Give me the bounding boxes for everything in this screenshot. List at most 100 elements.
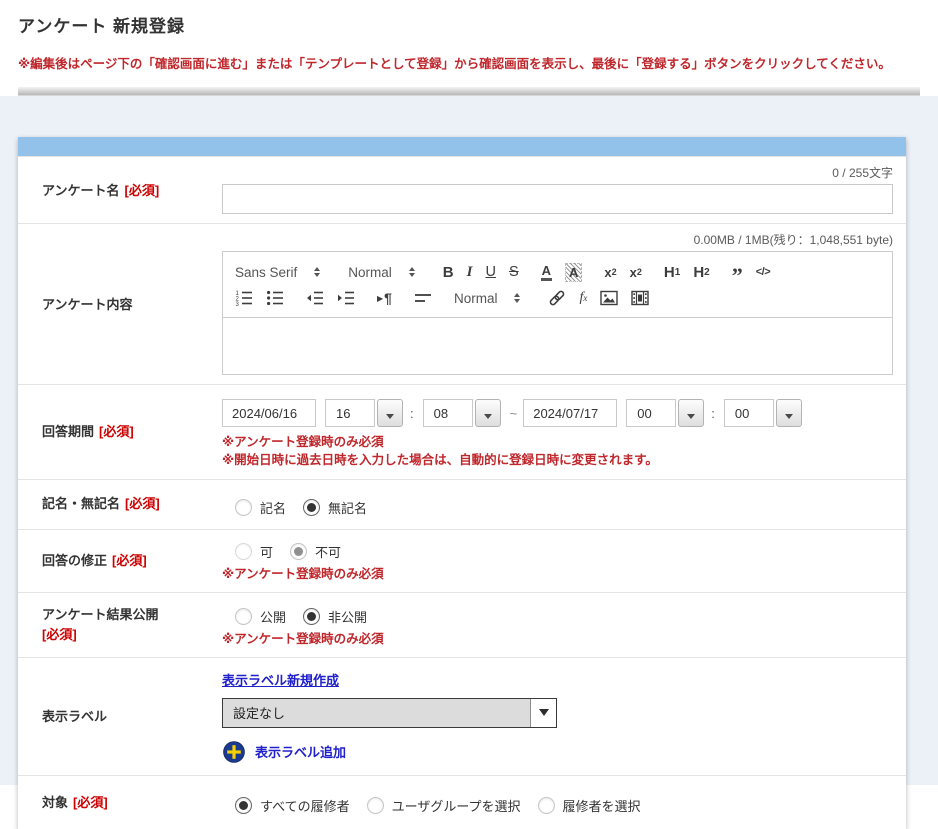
video-icon bbox=[631, 289, 649, 307]
svg-text:3: 3 bbox=[236, 302, 240, 307]
highlight-color-button[interactable]: A bbox=[565, 263, 582, 282]
survey-name-input[interactable] bbox=[222, 184, 893, 214]
subscript-button[interactable]: x2 bbox=[604, 265, 616, 280]
italic-button[interactable]: I bbox=[467, 264, 473, 281]
answer-period-label: 回答期間 bbox=[42, 422, 94, 442]
end-hour-spinner: 00 bbox=[626, 399, 704, 427]
required-badge: [必須] bbox=[73, 793, 108, 813]
radio-modify-not-allowed-label: 不可 bbox=[315, 542, 341, 561]
plus-icon bbox=[223, 741, 245, 763]
display-label-select[interactable]: 設定なし bbox=[222, 698, 557, 728]
end-minute-spinner: 00 bbox=[724, 399, 802, 427]
code-block-button[interactable]: </> bbox=[756, 266, 770, 278]
char-counter: 0 / 255文字 bbox=[222, 164, 893, 181]
radio-all-students-label: すべての履修者 bbox=[260, 796, 350, 815]
radio-modify-not-allowed[interactable] bbox=[290, 543, 307, 560]
row-answer-modification: 回答の修正 [必須] 可 不可 ※アンケート登録時のみ必須 bbox=[18, 529, 906, 592]
page-header: アンケート 新規登録 ※編集後はページ下の「確認画面に進む」または「テンプレート… bbox=[0, 0, 938, 96]
blockquote-button[interactable]: ” bbox=[732, 271, 743, 281]
image-button[interactable] bbox=[600, 289, 618, 307]
radio-public[interactable] bbox=[235, 608, 252, 625]
row-result-publication: アンケート結果公開 [必須] 公開 非公開 ※アンケート登録時のみ必須 bbox=[18, 592, 906, 657]
anonymity-label: 記名・無記名 bbox=[42, 494, 120, 514]
chevron-down-icon bbox=[539, 709, 549, 716]
row-target: 対象 [必須] すべての履修者 ユーザグループを選択 履修者を選択 bbox=[18, 775, 906, 829]
h1-button[interactable]: H1 bbox=[664, 264, 680, 281]
strikethrough-button[interactable]: S bbox=[509, 264, 519, 280]
indent-icon bbox=[337, 289, 355, 307]
time-colon: : bbox=[711, 406, 715, 421]
survey-form-card: アンケート名 [必須] 0 / 255文字 アンケート内容 0.00MB / 1… bbox=[18, 137, 906, 829]
end-hour-dropdown-button[interactable] bbox=[678, 399, 704, 427]
radio-private-label: 非公開 bbox=[328, 607, 367, 626]
radio-private[interactable] bbox=[303, 608, 320, 625]
editor-content-area[interactable] bbox=[223, 318, 892, 374]
outdent-button[interactable] bbox=[306, 289, 324, 307]
bullet-list-icon bbox=[266, 289, 284, 307]
size-picker[interactable]: Normal bbox=[454, 291, 521, 306]
radio-select-students[interactable] bbox=[538, 797, 555, 814]
link-icon bbox=[548, 289, 566, 307]
direction-icon: ▶ bbox=[377, 294, 383, 303]
end-minute-dropdown-button[interactable] bbox=[776, 399, 802, 427]
page-content: アンケート名 [必須] 0 / 255文字 アンケート内容 0.00MB / 1… bbox=[0, 96, 938, 785]
page-title: アンケート 新規登録 bbox=[18, 12, 920, 37]
radio-named-label: 記名 bbox=[260, 498, 286, 517]
add-display-label-button[interactable]: 表示ラベル追加 bbox=[222, 741, 893, 763]
h2-button[interactable]: H2 bbox=[693, 264, 709, 281]
chevron-updown-icon bbox=[514, 293, 520, 303]
end-hour-value[interactable]: 00 bbox=[626, 399, 676, 427]
formula-button[interactable]: fx bbox=[579, 290, 587, 306]
radio-modify-allowed[interactable] bbox=[235, 543, 252, 560]
start-hour-dropdown-button[interactable] bbox=[377, 399, 403, 427]
video-button[interactable] bbox=[631, 289, 649, 307]
row-answer-period: 回答期間 [必須] 2024/06/16 16 : 08 ~ 2024 bbox=[18, 384, 906, 478]
indent-button[interactable] bbox=[337, 289, 355, 307]
underline-button[interactable]: U bbox=[485, 264, 495, 280]
link-button[interactable] bbox=[548, 289, 566, 307]
radio-all-students[interactable] bbox=[235, 797, 252, 814]
align-icon bbox=[414, 289, 432, 307]
header-divider bbox=[18, 87, 920, 96]
ordered-list-icon: 123 bbox=[235, 289, 253, 307]
range-tilde: ~ bbox=[510, 406, 518, 421]
rich-text-editor: Sans Serif Normal B I U S A A x2 x2 H1 H… bbox=[222, 251, 893, 375]
radio-anonymous-label: 無記名 bbox=[328, 498, 367, 517]
survey-name-label: アンケート名 bbox=[42, 181, 119, 201]
bold-button[interactable]: B bbox=[443, 264, 454, 281]
chevron-updown-icon bbox=[314, 267, 320, 277]
period-note-2: ※開始日時に過去日時を入力した場合は、自動的に登録日時に変更されます。 bbox=[222, 451, 893, 469]
bullet-list-button[interactable] bbox=[266, 289, 284, 307]
display-label-selected-value: 設定なし bbox=[223, 699, 530, 727]
end-date-input[interactable]: 2024/07/17 bbox=[523, 399, 617, 427]
font-picker[interactable]: Sans Serif bbox=[235, 265, 320, 280]
survey-content-label: アンケート内容 bbox=[42, 295, 132, 315]
modification-label: 回答の修正 bbox=[42, 551, 107, 571]
result-publication-label: アンケート結果公開 bbox=[42, 605, 158, 625]
chevron-updown-icon bbox=[409, 267, 415, 277]
align-button[interactable] bbox=[414, 289, 432, 307]
edit-instruction-warning: ※編集後はページ下の「確認画面に進む」または「テンプレートとして登録」から確認画… bbox=[18, 56, 920, 72]
radio-user-group[interactable] bbox=[367, 797, 384, 814]
ordered-list-button[interactable]: 123 bbox=[235, 289, 253, 307]
result-publication-note: ※アンケート登録時のみ必須 bbox=[222, 630, 893, 648]
start-minute-dropdown-button[interactable] bbox=[475, 399, 501, 427]
end-minute-value[interactable]: 00 bbox=[724, 399, 774, 427]
create-display-label-link[interactable]: 表示ラベル新規作成 bbox=[222, 670, 339, 689]
radio-public-label: 公開 bbox=[260, 607, 286, 626]
start-minute-spinner: 08 bbox=[423, 399, 501, 427]
start-date-input[interactable]: 2024/06/16 bbox=[222, 399, 316, 427]
start-hour-value[interactable]: 16 bbox=[325, 399, 375, 427]
radio-named[interactable] bbox=[235, 499, 252, 516]
start-minute-value[interactable]: 08 bbox=[423, 399, 473, 427]
editor-toolbar: Sans Serif Normal B I U S A A x2 x2 H1 H… bbox=[223, 252, 892, 318]
radio-select-students-label: 履修者を選択 bbox=[563, 796, 641, 815]
text-color-button[interactable]: A bbox=[541, 264, 552, 281]
heading-picker[interactable]: Normal bbox=[348, 265, 415, 280]
add-display-label-link[interactable]: 表示ラベル追加 bbox=[255, 742, 346, 761]
text-direction-button[interactable]: ▶¶ bbox=[377, 290, 392, 306]
superscript-button[interactable]: x2 bbox=[630, 265, 642, 280]
select-dropdown-button[interactable] bbox=[530, 699, 556, 727]
modification-note: ※アンケート登録時のみ必須 bbox=[222, 565, 893, 583]
radio-anonymous[interactable] bbox=[303, 499, 320, 516]
